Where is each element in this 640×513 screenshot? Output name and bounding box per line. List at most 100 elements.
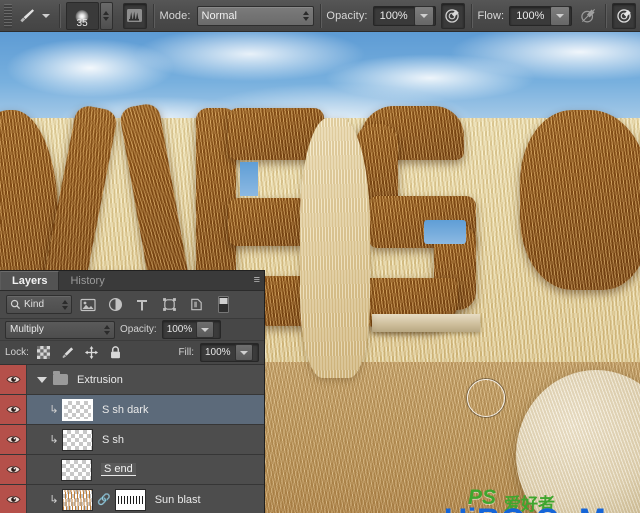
layer-name-input[interactable]: S end (101, 463, 136, 476)
flow-value: 100% (516, 9, 545, 22)
filter-toggle-switch[interactable] (212, 295, 234, 315)
filter-shape-layers-icon[interactable] (158, 295, 180, 315)
type-t-glyph (137, 299, 147, 310)
layer-visibility-toggle[interactable] (0, 425, 27, 454)
chevron-down-icon (201, 327, 210, 332)
filter-kind-stepper-icon (62, 299, 68, 310)
mask-content (117, 495, 143, 504)
layer-name[interactable]: Sun blast (155, 494, 201, 506)
layer-thumbnail[interactable] (61, 458, 92, 481)
stepper-down-icon (103, 16, 110, 21)
brush-preset-preview[interactable]: 35 (65, 1, 99, 30)
flow-field[interactable]: 100% (509, 5, 573, 26)
letter-gap-sky-showthrough (240, 162, 258, 196)
options-separator-3 (319, 3, 321, 28)
brush-size-value: 35 (76, 17, 88, 29)
options-separator-5 (605, 3, 607, 28)
layer-thumbnail[interactable] (62, 398, 93, 421)
mask-link-icon[interactable]: 🔗 (97, 493, 111, 506)
mode-label: Mode: (159, 9, 191, 22)
blend-mode-stepper-icon (104, 324, 110, 335)
layer-name[interactable]: S sh dark (102, 404, 148, 416)
table-row[interactable]: ↳ S sh dark (0, 395, 264, 425)
brush-glyph (62, 347, 74, 359)
brush-tool-icon[interactable] (14, 4, 40, 28)
stepper-up-icon (103, 10, 110, 15)
flow-label: Flow: (477, 9, 505, 22)
letter-glyph (228, 198, 308, 246)
layer-group-header[interactable] (37, 371, 68, 385)
brush-size-stepper[interactable] (99, 1, 113, 30)
adjustment-glyph (108, 297, 122, 312)
opacity-dropdown-button[interactable] (413, 5, 434, 26)
airbrush-button[interactable] (577, 4, 599, 28)
lock-row: Lock: Fill: 100% (0, 341, 264, 365)
table-row[interactable]: ↳ S sh (0, 425, 264, 455)
layer-thumbnail-area[interactable]: ↳ 🔗 (49, 488, 146, 511)
pressure-opacity-button[interactable] (440, 2, 465, 29)
filter-kind-label: Kind (24, 299, 45, 310)
chevron-down-icon[interactable] (37, 376, 47, 383)
clipping-mask-arrow-icon: ↳ (49, 404, 59, 416)
table-row[interactable]: ↳ 🔗 Sun blast (0, 485, 264, 513)
layer-visibility-toggle[interactable] (0, 455, 27, 484)
brush-preset-picker-arrow[interactable] (40, 4, 53, 28)
panel-opacity-dropdown[interactable] (196, 321, 215, 338)
layer-thumbnail-area[interactable] (61, 458, 92, 481)
filter-adjustment-layers-icon[interactable] (104, 295, 126, 315)
lock-all-icon[interactable] (107, 343, 125, 363)
brush-cursor-circle (467, 379, 505, 417)
tab-history[interactable]: History (59, 271, 115, 290)
filter-kind-select[interactable]: Kind (6, 295, 72, 314)
layer-visibility-toggle[interactable] (0, 365, 27, 394)
tab-layers[interactable]: Layers (0, 271, 60, 290)
folder-icon (53, 371, 68, 385)
layer-thumbnail-area[interactable]: ↳ (49, 428, 93, 451)
opacity-field[interactable]: 100% (372, 5, 436, 26)
layer-blend-mode-select[interactable]: Multiply (5, 320, 115, 339)
layer-thumbnail[interactable] (62, 428, 93, 451)
table-row[interactable]: Extrusion (0, 365, 264, 395)
layer-list: Extrusion ↳ S sh dark ↳ S sh S end ↳ 🔗 S… (0, 365, 264, 513)
layer-thumbnail-area[interactable]: ↳ (49, 398, 93, 421)
layer-name[interactable]: S sh (102, 434, 124, 446)
layer-name[interactable]: Extrusion (77, 374, 123, 386)
table-row[interactable]: S end (0, 455, 264, 485)
clipping-mask-arrow-icon: ↳ (49, 494, 59, 506)
panel-menu-icon[interactable]: ≡ (254, 274, 260, 286)
toggle-switch-glyph (217, 296, 229, 313)
layer-thumbnail[interactable] (62, 488, 93, 511)
options-bar-grip[interactable] (4, 3, 13, 28)
filter-smart-object-layers-icon[interactable] (185, 295, 207, 315)
photoshop-window: 35 Mode: Normal Opacity: 100% Flow: 100%… (0, 0, 640, 513)
pressure-size-button[interactable] (612, 2, 637, 29)
layer-visibility-toggle[interactable] (0, 395, 27, 424)
eye-icon (5, 435, 21, 444)
layer-blend-mode-value: Multiply (10, 324, 44, 335)
lock-position-icon[interactable] (83, 343, 101, 363)
move-arrows-glyph (85, 345, 99, 360)
layer-visibility-toggle[interactable] (0, 485, 27, 513)
panel-fill-field[interactable]: 100% (200, 343, 259, 362)
eye-icon (5, 495, 21, 504)
pressure-opacity-icon (445, 9, 459, 23)
panel-fill-value: 100% (205, 347, 231, 358)
panel-fill-dropdown[interactable] (234, 344, 253, 361)
lock-transparent-pixels-icon[interactable] (35, 343, 53, 363)
image-glyph (80, 298, 96, 311)
search-icon (10, 299, 21, 310)
blend-mode-select[interactable]: Normal (196, 5, 314, 26)
chevron-down-icon (42, 13, 51, 18)
flow-dropdown-button[interactable] (550, 5, 571, 26)
chevron-down-icon (419, 13, 428, 18)
eye-icon (5, 375, 21, 384)
letter-gap-sky-showthrough (424, 220, 466, 244)
layer-mask-thumbnail[interactable] (114, 488, 146, 511)
brush-glyph (20, 8, 35, 22)
filter-type-layers-icon[interactable] (131, 295, 153, 315)
panel-opacity-field[interactable]: 100% (161, 320, 221, 339)
toggle-brush-panel-button[interactable] (122, 2, 147, 29)
filter-pixel-layers-icon[interactable] (77, 295, 99, 315)
lock-image-pixels-icon[interactable] (59, 343, 77, 363)
checker-glyph (37, 346, 51, 359)
